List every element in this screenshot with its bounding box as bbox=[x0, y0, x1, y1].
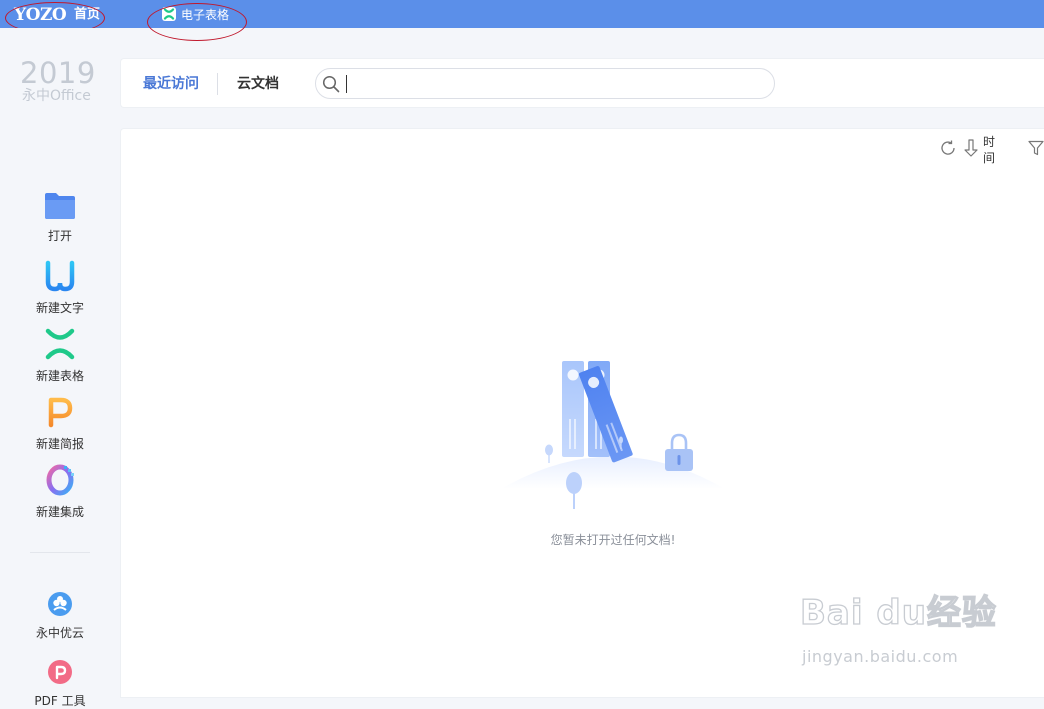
search-box[interactable] bbox=[315, 68, 775, 99]
tab-spreadsheet-label: 电子表格 bbox=[181, 7, 230, 22]
sidebar-item-open[interactable]: 打开 bbox=[20, 192, 100, 244]
yozo-logo: YOZO bbox=[14, 5, 67, 25]
sidebar-item-pdf-tools[interactable]: PDF 工具 bbox=[20, 659, 100, 709]
sidebar-item-label: 打开 bbox=[47, 229, 72, 243]
sidebar-divider bbox=[30, 552, 90, 553]
cloud-icon bbox=[47, 591, 73, 621]
brand-year: 2019 bbox=[20, 56, 96, 90]
tab-recent[interactable]: 最近访问 bbox=[143, 75, 199, 93]
filter-icon[interactable] bbox=[1028, 140, 1044, 160]
sidebar-item-label: 新建表格 bbox=[35, 369, 84, 383]
sort-by-time-label[interactable]: 时间 bbox=[983, 134, 1004, 166]
sidebar-item-label: PDF 工具 bbox=[34, 694, 86, 708]
watermark-brand: Bai du经验 bbox=[799, 592, 997, 633]
integration-o-icon bbox=[44, 464, 76, 500]
search-input[interactable] bbox=[348, 72, 758, 95]
file-tabs-bar: 最近访问 云文档 bbox=[120, 58, 1044, 108]
refresh-icon[interactable] bbox=[939, 139, 957, 161]
brand-name: 永中Office bbox=[22, 88, 91, 104]
spreadsheet-x-icon bbox=[162, 7, 176, 21]
sidebar: 2019 永中Office 打开 新建文字 新建表格 新建简报 新建集成 永中优… bbox=[0, 28, 120, 708]
tab-spreadsheet-document[interactable]: 电子表格 bbox=[162, 4, 229, 24]
pdf-icon bbox=[47, 659, 73, 689]
tab-separator bbox=[217, 73, 218, 95]
text-caret bbox=[346, 75, 347, 93]
list-toolbar: 时间 bbox=[939, 135, 1044, 165]
tab-cloud-docs[interactable]: 云文档 bbox=[237, 75, 279, 93]
title-bar: YOZO 首页 电子表格 bbox=[0, 0, 1044, 28]
sidebar-item-new-presentation[interactable]: 新建简报 bbox=[20, 396, 100, 452]
presentation-p-icon bbox=[44, 396, 76, 432]
word-w-icon bbox=[44, 260, 76, 296]
sidebar-item-label: 永中优云 bbox=[35, 626, 84, 640]
sidebar-item-new-integration[interactable]: 新建集成 bbox=[20, 464, 100, 520]
search-icon[interactable] bbox=[322, 75, 340, 97]
sidebar-item-new-word[interactable]: 新建文字 bbox=[20, 260, 100, 316]
sidebar-item-yozo-cloud[interactable]: 永中优云 bbox=[20, 591, 100, 641]
sort-down-arrow-icon[interactable] bbox=[963, 139, 979, 161]
folder-icon bbox=[44, 192, 76, 224]
sidebar-item-label: 新建文字 bbox=[35, 301, 84, 315]
spreadsheet-x-icon bbox=[44, 328, 76, 364]
sidebar-item-label: 新建简报 bbox=[35, 437, 84, 451]
empty-state-message: 您暂未打开过任何文档! bbox=[550, 533, 676, 547]
baidu-jingyan-watermark: Bai du经验 jingyan.baidu.com bbox=[799, 585, 1000, 675]
sidebar-item-new-sheet[interactable]: 新建表格 bbox=[20, 328, 100, 384]
empty-state-illustration bbox=[501, 349, 725, 513]
watermark-url: jingyan.baidu.com bbox=[802, 647, 959, 666]
tab-home[interactable]: 首页 bbox=[74, 6, 100, 24]
sidebar-item-label: 新建集成 bbox=[35, 505, 84, 519]
